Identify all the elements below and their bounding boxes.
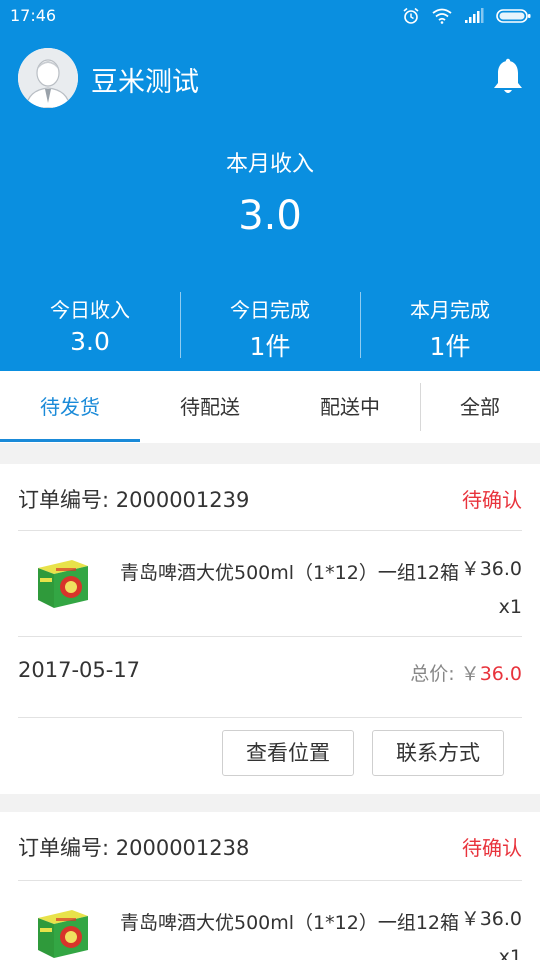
order-number: 订单编号: 2000001238 bbox=[18, 836, 250, 860]
battery-icon bbox=[496, 9, 531, 23]
wifi-icon bbox=[432, 8, 452, 24]
product-name: 青岛啤酒大优500ml（1*12）一组12箱 bbox=[120, 562, 459, 584]
divider bbox=[18, 530, 522, 531]
active-tab-indicator bbox=[0, 439, 140, 442]
product-quantity: x1 bbox=[498, 596, 522, 618]
tab-divider bbox=[420, 383, 421, 431]
beer-box-icon bbox=[38, 560, 88, 608]
order-status: 待确认 bbox=[462, 836, 522, 860]
total-label: 总价: ￥ bbox=[410, 663, 480, 685]
avatar[interactable] bbox=[18, 48, 78, 108]
product-price: ￥36.0 bbox=[460, 908, 522, 930]
month-income-value: 3.0 bbox=[238, 193, 302, 239]
total-amount: 36.0 bbox=[479, 663, 522, 685]
stat-today-completed: 今日完成 1件 bbox=[180, 288, 360, 361]
order-header: 订单编号: 2000001238 待确认 bbox=[18, 812, 522, 878]
status-icons bbox=[402, 6, 532, 26]
header: 17:46 豆米测试 本月收入 3.0 今日收入 3.0 今日完成 1件 本月完… bbox=[0, 0, 540, 371]
order-date: 2017-05-17 bbox=[18, 658, 141, 682]
order-tabs: 待发货 待配送 配送中 全部 bbox=[0, 371, 540, 443]
stats-row: 今日收入 3.0 今日完成 1件 本月完成 1件 bbox=[0, 288, 540, 361]
product-quantity: x1 bbox=[498, 946, 522, 960]
order-number: 订单编号: 2000001239 bbox=[18, 488, 250, 512]
stat-label: 今日收入 bbox=[50, 298, 130, 322]
status-time: 17:46 bbox=[10, 6, 57, 25]
divider bbox=[18, 880, 522, 881]
order-total: 总价: ￥36.0 bbox=[410, 659, 522, 686]
tab-all[interactable]: 全部 bbox=[420, 371, 540, 443]
stat-month-completed: 本月完成 1件 bbox=[360, 288, 540, 361]
stat-today-income: 今日收入 3.0 bbox=[0, 288, 180, 360]
month-income-label: 本月收入 bbox=[225, 152, 314, 177]
signal-icon bbox=[465, 8, 484, 23]
stat-value: 1件 bbox=[249, 332, 291, 361]
beer-box-icon bbox=[38, 910, 88, 958]
user-name: 豆米测试 bbox=[91, 67, 199, 98]
contact-button[interactable]: 联系方式 bbox=[372, 730, 504, 776]
divider bbox=[18, 717, 522, 718]
tab-delivering[interactable]: 配送中 bbox=[280, 371, 420, 443]
avatar-icon bbox=[18, 48, 78, 108]
stat-value: 3.0 bbox=[70, 327, 110, 356]
bell-icon[interactable] bbox=[492, 58, 524, 98]
order-card[interactable]: 订单编号: 2000001239 待确认 青岛啤酒大优500ml（1*12）一组… bbox=[0, 464, 540, 794]
stat-label: 本月完成 bbox=[410, 298, 490, 322]
tab-pending-delivery[interactable]: 待配送 bbox=[140, 371, 280, 443]
stat-value: 1件 bbox=[429, 332, 471, 361]
tab-pending-shipment[interactable]: 待发货 bbox=[0, 371, 140, 443]
status-bar: 17:46 bbox=[0, 0, 540, 32]
alarm-icon bbox=[403, 7, 419, 24]
stat-label: 今日完成 bbox=[230, 298, 310, 322]
order-status: 待确认 bbox=[462, 488, 522, 512]
order-card[interactable]: 订单编号: 2000001238 待确认 青岛啤酒大优500ml（1*12）一组… bbox=[0, 812, 540, 960]
divider bbox=[18, 636, 522, 637]
order-header: 订单编号: 2000001239 待确认 bbox=[18, 464, 522, 530]
product-name: 青岛啤酒大优500ml（1*12）一组12箱 bbox=[120, 912, 459, 934]
product-price: ￥36.0 bbox=[460, 558, 522, 580]
view-location-button[interactable]: 查看位置 bbox=[222, 730, 354, 776]
